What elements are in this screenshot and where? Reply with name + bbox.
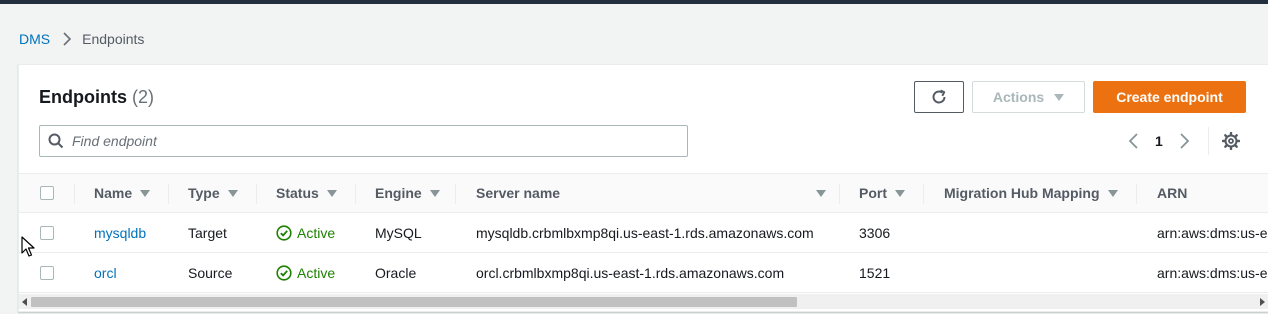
scrollbar-thumb[interactable]	[31, 297, 797, 307]
column-divider	[355, 184, 356, 204]
pagination: 1	[1127, 129, 1191, 153]
status-text: Active	[297, 225, 336, 241]
breadcrumb: DMS Endpoints	[19, 30, 144, 48]
status-badge: Active	[276, 253, 335, 293]
endpoint-name-link[interactable]: mysqldb	[94, 213, 146, 253]
table-row[interactable]: mysqldb Target Active MySQL mysqldb.crbm…	[19, 213, 1268, 253]
pager-divider	[1208, 127, 1209, 155]
column-divider	[74, 184, 75, 204]
column-header-engine[interactable]: Engine	[375, 174, 440, 212]
panel-title-text: Endpoints	[39, 87, 127, 107]
chevron-right-icon	[63, 32, 72, 46]
column-header-label: Migration Hub Mapping	[944, 185, 1100, 201]
column-divider	[455, 184, 456, 204]
refresh-icon	[932, 89, 946, 104]
column-header-server-name[interactable]: Server name	[476, 174, 826, 212]
column-header-label: Status	[276, 185, 319, 201]
scroll-left-arrow-icon[interactable]	[22, 298, 27, 306]
column-header-label: Type	[188, 185, 220, 201]
endpoint-arn: arn:aws:dms:us-e	[1157, 225, 1268, 241]
actions-label: Actions	[992, 89, 1045, 105]
search-input[interactable]	[72, 133, 672, 149]
column-header-label: Port	[859, 185, 887, 201]
column-header-name[interactable]: Name	[94, 174, 151, 212]
column-divider	[923, 184, 924, 204]
sort-caret-icon	[326, 189, 337, 197]
table-header: Name Type Status Engine Server name Port…	[19, 173, 1268, 213]
refresh-button[interactable]	[914, 81, 964, 113]
column-header-arn[interactable]: ARN	[1157, 174, 1187, 212]
top-nav-bar	[0, 0, 1268, 4]
caret-down-icon	[1054, 93, 1065, 101]
column-header-label: Server name	[476, 185, 561, 201]
column-divider	[256, 184, 257, 204]
column-header-status[interactable]: Status	[276, 174, 337, 212]
select-all-checkbox[interactable]	[40, 186, 54, 200]
chevron-right-icon[interactable]	[1177, 132, 1191, 150]
sort-caret-icon	[429, 189, 440, 197]
column-divider	[168, 184, 169, 204]
horizontal-scrollbar[interactable]	[19, 294, 1268, 309]
column-header-label: Name	[94, 185, 133, 201]
endpoint-server-name: orcl.crbmlbxmp8qi.us-east-1.rds.amazonaw…	[476, 265, 785, 281]
endpoints-panel: Endpoints (2) Actions Create endpoint 1 …	[18, 64, 1268, 312]
sort-caret-icon	[895, 189, 905, 197]
search-icon	[48, 133, 64, 149]
status-success-icon	[276, 225, 292, 241]
endpoint-engine: MySQL	[375, 225, 422, 241]
sort-caret-icon	[227, 189, 238, 197]
endpoint-type: Target	[188, 225, 227, 241]
sort-caret-icon	[140, 189, 151, 197]
column-divider	[839, 184, 840, 204]
table-row[interactable]: orcl Source Active Oracle orcl.crbmlbxmp…	[19, 253, 1268, 293]
status-success-icon	[276, 265, 292, 281]
page-title: Endpoints (2)	[39, 87, 154, 108]
scroll-right-arrow-icon[interactable]	[1260, 298, 1265, 306]
column-divider	[1136, 184, 1137, 204]
endpoint-arn: arn:aws:dms:us-e	[1157, 265, 1268, 281]
endpoint-type: Source	[188, 265, 233, 281]
column-header-label: ARN	[1157, 185, 1188, 201]
endpoint-count: (2)	[132, 87, 155, 107]
column-header-port[interactable]: Port	[859, 174, 905, 212]
status-badge: Active	[276, 213, 335, 253]
sort-caret-icon	[816, 189, 826, 197]
row-checkbox[interactable]	[40, 226, 54, 240]
endpoint-port: 1521	[859, 265, 891, 281]
breadcrumb-dms-link[interactable]: DMS	[19, 31, 50, 47]
actions-dropdown-button[interactable]: Actions	[972, 81, 1085, 113]
search-field[interactable]	[39, 125, 688, 157]
current-page-number[interactable]: 1	[1155, 133, 1163, 149]
endpoint-name-link[interactable]: orcl	[94, 253, 117, 293]
column-header-type[interactable]: Type	[188, 174, 238, 212]
chevron-left-icon[interactable]	[1127, 132, 1141, 150]
column-header-label: Engine	[375, 185, 422, 201]
endpoint-port: 3306	[859, 225, 891, 241]
endpoint-engine: Oracle	[375, 265, 417, 281]
status-text: Active	[297, 265, 336, 281]
sort-caret-icon	[1107, 189, 1118, 197]
gear-icon[interactable]	[1222, 132, 1240, 150]
endpoint-server-name: mysqldb.crbmlbxmp8qi.us-east-1.rds.amazo…	[476, 225, 814, 241]
row-checkbox[interactable]	[40, 266, 54, 280]
create-endpoint-button[interactable]: Create endpoint	[1093, 81, 1246, 113]
mouse-cursor-icon	[21, 236, 35, 257]
column-header-migration-hub-mapping[interactable]: Migration Hub Mapping	[944, 174, 1118, 212]
breadcrumb-current: Endpoints	[82, 31, 145, 47]
